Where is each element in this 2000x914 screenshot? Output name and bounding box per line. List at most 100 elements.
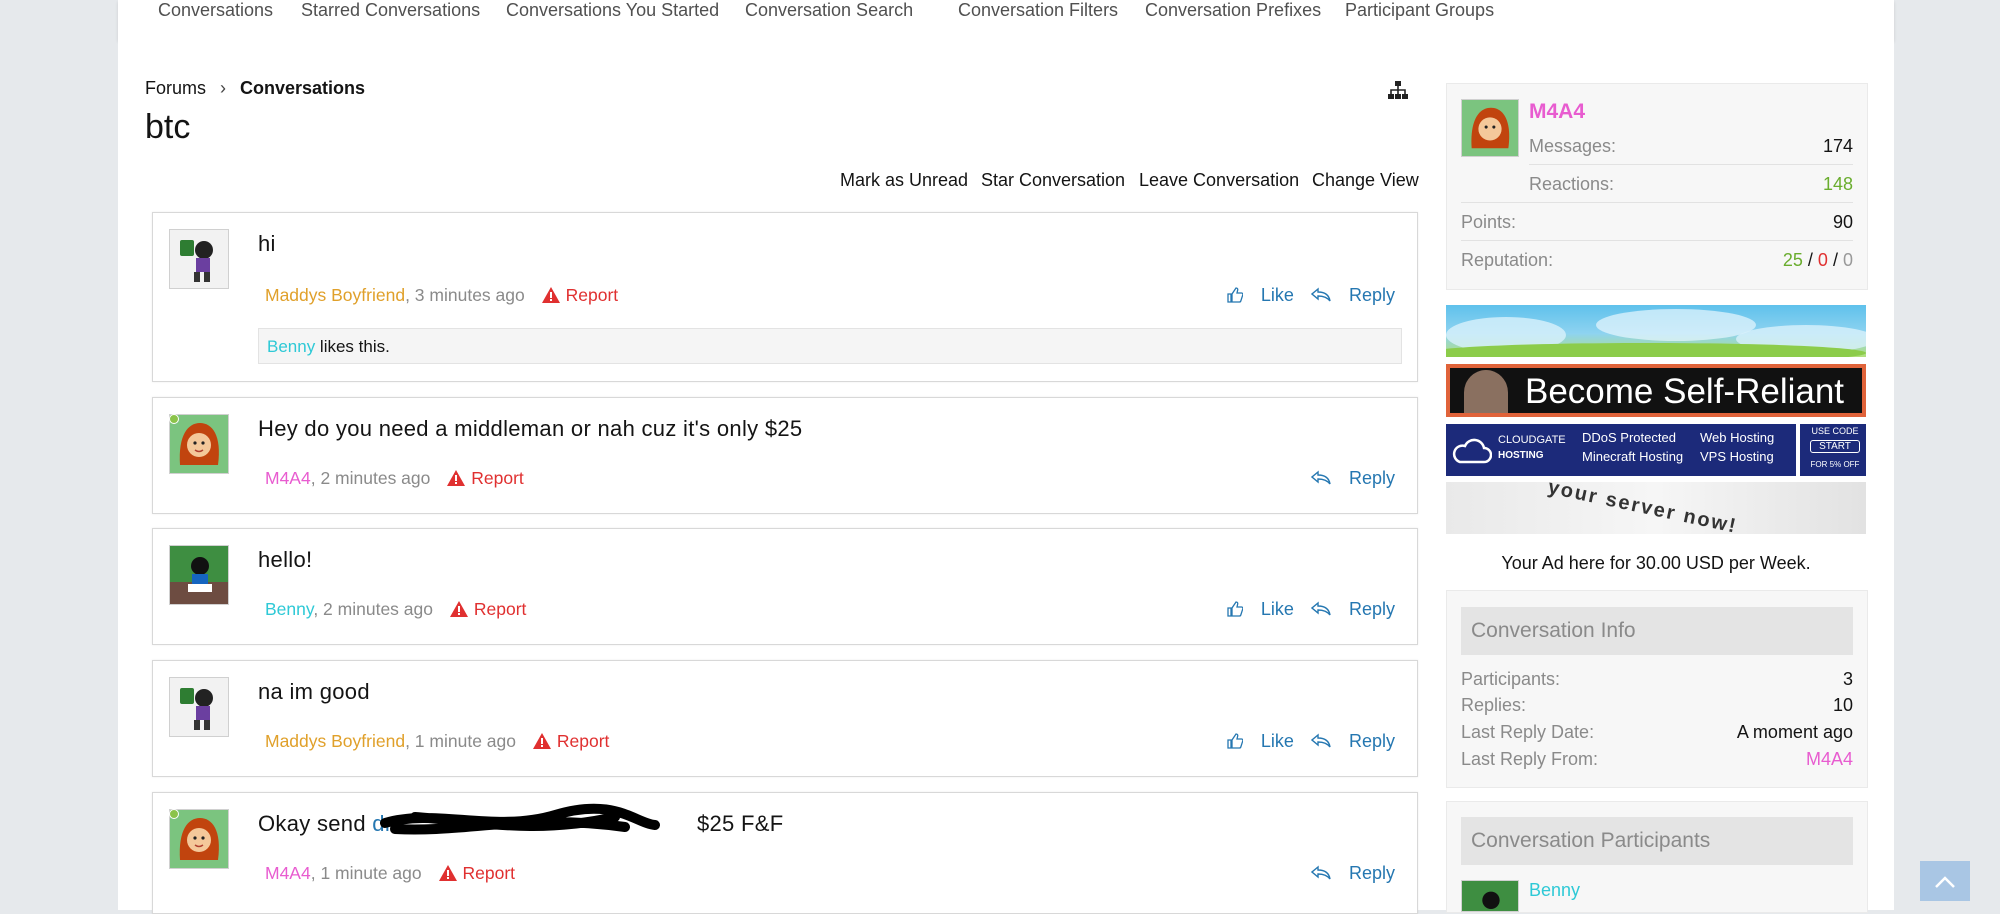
author-link[interactable]: M4A4 [265, 863, 311, 883]
avatar[interactable] [169, 414, 229, 474]
divider [1796, 424, 1800, 476]
report-button[interactable]: Report [449, 599, 526, 619]
message-actions: Like Reply [1215, 285, 1395, 306]
breadcrumb-conversations[interactable]: Conversations [240, 78, 365, 98]
star-conversation-button[interactable]: Star Conversation [981, 170, 1125, 191]
ad-banner-server[interactable]: your server now! [1446, 482, 1866, 534]
nav-conversation-prefixes[interactable]: Conversation Prefixes [1145, 0, 1321, 21]
nav-conversations[interactable]: Conversations [158, 0, 273, 21]
warning-icon [532, 733, 551, 749]
reply-button[interactable]: Reply [1310, 731, 1395, 751]
nav-conversation-search[interactable]: Conversation Search [745, 0, 913, 21]
reply-button[interactable]: Reply [1310, 863, 1395, 883]
message-item: hi Maddys Boyfriend, 3 minutes ago Repor… [152, 212, 1418, 382]
message-item: na im good Maddys Boyfriend, 1 minute ag… [152, 660, 1418, 777]
message-meta: M4A4, 1 minute ago Report [265, 863, 515, 884]
online-indicator [169, 809, 179, 819]
reply-icon [1310, 733, 1331, 748]
sitemap-icon[interactable] [1388, 80, 1408, 105]
warning-icon [447, 470, 466, 486]
report-button[interactable]: Report [438, 863, 515, 883]
message-text: Okay send dre $25 F&F [258, 803, 783, 837]
profile-points: Points: 90 [1461, 212, 1853, 232]
ad-banner-cloudgate[interactable]: CLOUDGATE HOSTING DDoS Protected Web Hos… [1446, 424, 1866, 476]
last-reply-user-link[interactable]: M4A4 [1806, 749, 1853, 770]
breadcrumb-forums[interactable]: Forums [145, 78, 206, 98]
ad-banner-weebly[interactable] [1446, 305, 1866, 357]
message-actions: Reply [1299, 863, 1395, 884]
reply-button[interactable]: Reply [1310, 599, 1395, 619]
chevron-up-icon [1935, 876, 1955, 888]
ad-here-link[interactable]: Your Ad here for 30.00 USD per Week. [1446, 553, 1866, 574]
message-time[interactable]: , 3 minutes ago [405, 285, 525, 305]
thumbs-up-icon [1227, 733, 1244, 749]
report-button[interactable]: Report [541, 285, 618, 305]
info-replies: Replies: 10 [1461, 695, 1853, 715]
message-actions: Like Reply [1215, 599, 1395, 620]
conversation-info-box: Conversation Info Participants: 3 Replies… [1446, 590, 1868, 788]
chevron-right-icon: › [220, 78, 227, 98]
message-text: na im good [258, 679, 370, 704]
like-button[interactable]: Like [1227, 599, 1294, 619]
conversation-participants-box: Conversation Participants Benny [1446, 801, 1868, 913]
warning-icon [449, 601, 468, 617]
avatar[interactable] [169, 545, 229, 605]
scroll-top-button[interactable] [1920, 861, 1970, 901]
message-text: hi [258, 231, 276, 256]
nav-conversations-you-started[interactable]: Conversations You Started [506, 0, 719, 21]
author-link[interactable]: Benny [265, 599, 313, 619]
leave-conversation-button[interactable]: Leave Conversation [1139, 170, 1299, 191]
avatar[interactable] [169, 229, 229, 289]
cloud-icon [1452, 438, 1492, 464]
like-button[interactable]: Like [1227, 285, 1294, 305]
info-last-reply-from: Last Reply From: M4A4 [1461, 749, 1853, 770]
message-item: Hey do you need a middleman or nah cuz i… [152, 397, 1418, 514]
participant-link[interactable]: Benny [1529, 880, 1580, 901]
profile-reputation: Reputation: 25 / 0 / 0 [1461, 250, 1853, 270]
reply-button[interactable]: Reply [1310, 468, 1395, 488]
message-time[interactable]: , 1 minute ago [311, 863, 422, 883]
like-button[interactable]: Like [1227, 731, 1294, 751]
nav-conversation-filters[interactable]: Conversation Filters [958, 0, 1118, 21]
online-indicator [169, 414, 179, 424]
report-button[interactable]: Report [532, 731, 609, 751]
avatar[interactable] [169, 809, 229, 869]
warning-icon [541, 287, 560, 303]
author-link[interactable]: Maddys Boyfriend [265, 285, 405, 305]
page-title: btc [145, 108, 191, 146]
message-item: hello! Benny, 2 minutes ago Report Like … [152, 528, 1418, 645]
message-time[interactable]: , 1 minute ago [405, 731, 516, 751]
reply-icon [1310, 601, 1331, 616]
avatar[interactable] [169, 677, 229, 737]
author-link[interactable]: M4A4 [265, 468, 311, 488]
conversation-info-header: Conversation Info [1461, 607, 1853, 655]
message-item: Okay send dre $25 F&F M4A4, 1 minute ago … [152, 792, 1418, 914]
message-actions: Like Reply [1215, 731, 1395, 752]
divider [1461, 202, 1853, 203]
mark-unread-button[interactable]: Mark as Unread [840, 170, 968, 191]
liker-link[interactable]: Benny [267, 337, 315, 356]
ad-banner-self-reliant[interactable]: Become Self-Reliant [1446, 364, 1866, 417]
avatar[interactable] [1461, 99, 1519, 157]
message-text: hello! [258, 547, 313, 572]
message-time[interactable]: , 2 minutes ago [313, 599, 433, 619]
message-time[interactable]: , 2 minutes ago [311, 468, 431, 488]
report-button[interactable]: Report [447, 468, 524, 488]
reply-icon [1310, 865, 1331, 880]
message-meta: Maddys Boyfriend, 1 minute ago Report [265, 731, 609, 752]
avatar[interactable] [1461, 880, 1519, 912]
change-view-button[interactable]: Change View [1312, 170, 1419, 191]
profile-messages: Messages: 174 [1529, 136, 1853, 156]
reply-button[interactable]: Reply [1310, 285, 1395, 305]
person-photo [1464, 370, 1508, 413]
breadcrumb: Forums › Conversations [145, 78, 365, 99]
nav-participant-groups[interactable]: Participant Groups [1345, 0, 1494, 21]
profile-reactions: Reactions: 148 [1529, 174, 1853, 194]
profile-username[interactable]: M4A4 [1529, 100, 1585, 124]
divider [1461, 240, 1853, 241]
likes-summary: Benny likes this. [258, 328, 1402, 364]
thumbs-up-icon [1227, 287, 1244, 303]
nav-starred-conversations[interactable]: Starred Conversations [301, 0, 480, 21]
author-link[interactable]: Maddys Boyfriend [265, 731, 405, 751]
message-meta: Maddys Boyfriend, 3 minutes ago Report [265, 285, 618, 306]
